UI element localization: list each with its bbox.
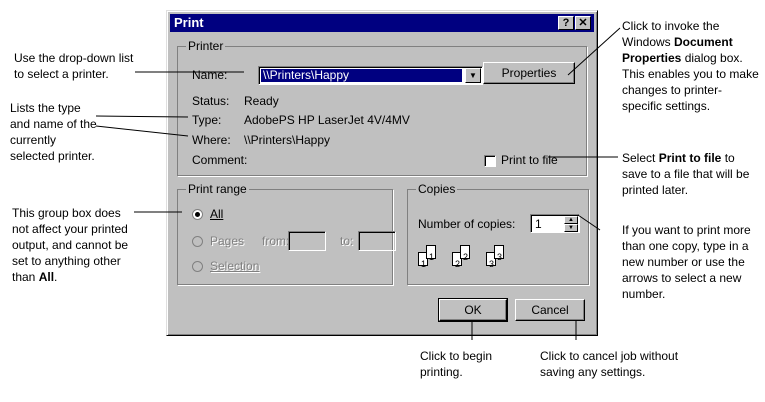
cancel-annotation: Click to cancel job without saving any s… [540, 349, 679, 379]
copies-annotation: If you want to print more than one copy,… [622, 223, 751, 301]
dropdown-annotation: Use the drop-down list to select a print… [14, 51, 134, 81]
ok-annotation: Click to begin printing. [420, 349, 493, 379]
print-range-annotation: This group box does not affect your prin… [12, 206, 129, 284]
type-annotation: Lists the type and name of the currently… [10, 101, 97, 163]
properties-annotation: Click to invoke the Windows Document Pro… [622, 19, 759, 113]
print-to-file-annotation: Select Print to file to save to a file t… [622, 151, 750, 197]
